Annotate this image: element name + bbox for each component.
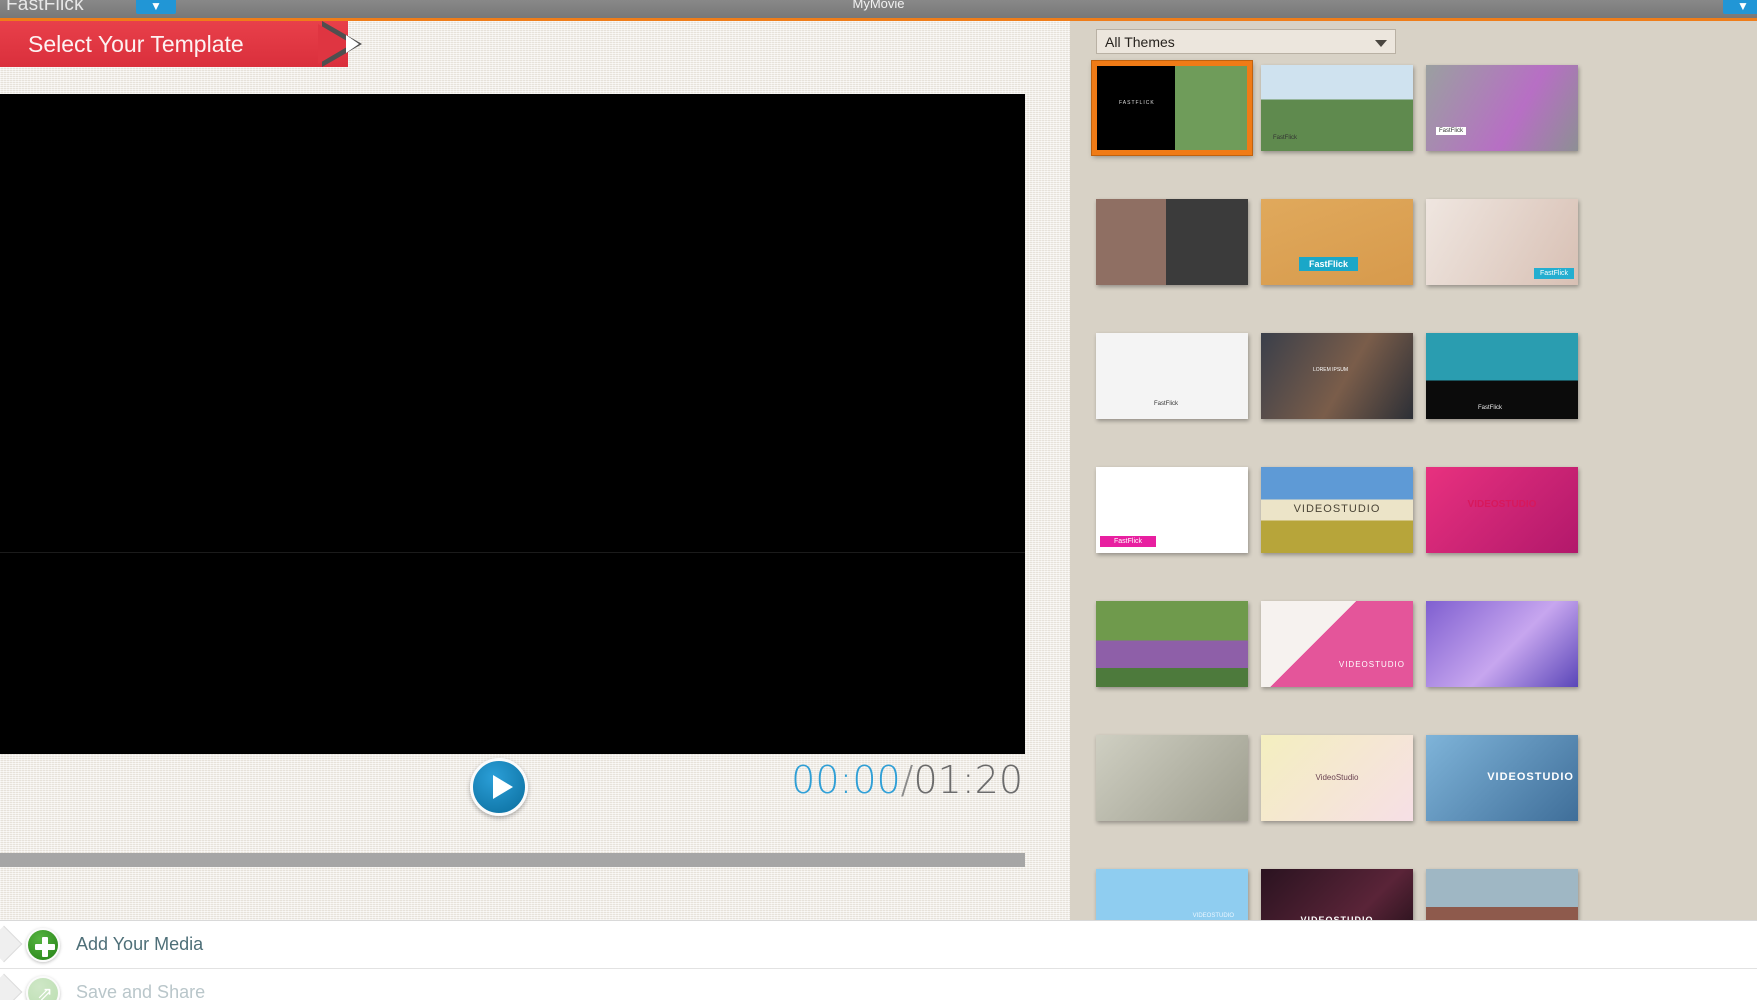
template-thumbnail[interactable]: VIDEOSTUDIO <box>1096 869 1248 920</box>
template-cell: LOREM IPSUM <box>1261 333 1426 433</box>
document-title: MyMovie <box>852 0 905 11</box>
template-cell: VIDEOSTUDIO <box>1426 467 1591 567</box>
preview-seam <box>0 552 1025 553</box>
video-preview[interactable] <box>0 94 1025 754</box>
template-caption: FastFlick <box>1299 257 1359 271</box>
template-cell <box>1096 199 1261 299</box>
template-caption: LOREM IPSUM <box>1313 367 1349 373</box>
time-separator: / <box>900 758 914 802</box>
template-thumbnail[interactable]: FASTFLICK <box>1092 61 1252 155</box>
fastflick-window: FastFlick MyMovie ▼ ▼ Select Your Templa… <box>0 0 1757 1000</box>
template-thumbnail[interactable]: VIDEOSTUDIO <box>1261 601 1413 687</box>
template-thumbnail[interactable]: FastFlick <box>1261 199 1413 285</box>
step-save-and-share[interactable]: ⇗ Save and Share <box>0 969 1757 1000</box>
template-caption: FastFlick <box>1534 268 1574 279</box>
template-thumbnail[interactable] <box>1426 601 1578 687</box>
template-cell <box>1096 601 1261 701</box>
template-cell: FastFlick <box>1426 65 1591 165</box>
template-grid: FASTFLICK FastFlick FastFlick FastFlick Fast… <box>1092 61 1757 920</box>
template-cell: VIDEOSTUDIO <box>1261 601 1426 701</box>
theme-filter-value: All Themes <box>1105 33 1175 50</box>
share-circle-icon: ⇗ <box>26 975 60 1000</box>
step-label: Save and Share <box>76 982 206 1000</box>
template-caption: FastFlick <box>1478 405 1502 411</box>
chevron-down-icon <box>1375 40 1387 47</box>
template-thumbnail[interactable]: VIDEOSTUDIO <box>1426 735 1578 821</box>
template-panel-header: All Themes <box>1070 21 1757 61</box>
template-thumbnail[interactable]: VIDEOSTUDIO <box>1426 467 1578 553</box>
template-thumbnail[interactable]: FastFlick <box>1426 333 1578 419</box>
template-thumbnail[interactable]: VideoStudio <box>1261 735 1413 821</box>
step-banner-select-template[interactable]: Select Your Template <box>0 21 378 67</box>
template-thumbnail[interactable] <box>1096 601 1248 687</box>
theme-filter-dropdown[interactable]: All Themes <box>1096 29 1396 54</box>
template-cell: VideoStudio <box>1261 735 1426 835</box>
current-time: 00:00 <box>791 758 901 802</box>
template-cell: FastFlick <box>1261 199 1426 299</box>
template-caption: FastFlick <box>1436 127 1466 135</box>
template-cell: FastFlick <box>1261 65 1426 165</box>
template-thumbnail[interactable]: FastFlick <box>1096 333 1248 419</box>
template-cell <box>1426 869 1591 920</box>
template-caption: FastFlick <box>1154 401 1178 407</box>
caret-right-icon <box>346 35 359 53</box>
template-cell: VIDEOSTUDIO <box>1261 869 1426 920</box>
template-cell: FastFlick <box>1426 333 1591 433</box>
template-cell: FastFlick <box>1096 467 1261 567</box>
step-label: Add Your Media <box>76 934 204 954</box>
template-thumbnail[interactable]: VIDEOSTUDIO <box>1261 869 1413 920</box>
template-caption: VIDEOSTUDIO <box>1192 913 1234 919</box>
template-thumbnail[interactable] <box>1426 869 1578 920</box>
template-thumbnail[interactable]: LOREM IPSUM <box>1261 333 1413 419</box>
template-caption: VIDEOSTUDIO <box>1487 771 1574 783</box>
template-cell: VIDEOSTUDIO <box>1426 735 1591 835</box>
template-cell: VIDEOSTUDIO <box>1096 869 1261 920</box>
step-banner-label: Select Your Template <box>28 30 244 57</box>
template-caption: FastFlick <box>1273 135 1297 141</box>
play-icon <box>493 775 513 799</box>
chevron-down-icon-left[interactable]: ▼ <box>136 0 176 14</box>
template-caption: VIDEOSTUDIO <box>1467 499 1537 510</box>
template-caption: VIDEOSTUDIO <box>1293 503 1381 515</box>
template-thumbnail[interactable]: FastFlick <box>1261 65 1413 151</box>
template-caption: VideoStudio <box>1315 773 1359 782</box>
template-thumbnail[interactable] <box>1096 199 1248 285</box>
timeline-scrubber[interactable] <box>0 853 1025 867</box>
step-caret-icon <box>0 925 23 963</box>
template-caption: FASTFLICK <box>1119 100 1155 106</box>
template-panel: All Themes FASTFLICK FastFlick FastFlick Fa… <box>1070 21 1757 920</box>
transport-controls: 00:00/01:20 <box>0 754 1025 846</box>
template-cell: FASTFLICK <box>1092 61 1261 165</box>
plus-circle-icon <box>26 927 60 962</box>
play-button[interactable] <box>470 758 528 816</box>
template-caption: VIDEOSTUDIO <box>1338 660 1405 669</box>
total-time: 01:20 <box>913 758 1023 802</box>
template-thumbnail[interactable]: FastFlick <box>1096 467 1248 553</box>
template-cell: FastFlick <box>1096 333 1261 433</box>
title-bar: FastFlick MyMovie ▼ ▼ <box>0 0 1757 18</box>
timecode-display: 00:00/01:20 <box>791 758 1023 802</box>
step-add-your-media[interactable]: Add Your Media <box>0 921 1757 969</box>
template-cell <box>1096 735 1261 835</box>
template-thumbnail[interactable]: VIDEOSTUDIO <box>1261 467 1413 553</box>
template-thumbnail[interactable] <box>1096 735 1248 821</box>
template-caption: FastFlick <box>1100 536 1156 547</box>
template-thumbnail[interactable]: FastFlick <box>1426 199 1578 285</box>
chevron-down-icon-right[interactable]: ▼ <box>1723 0 1757 14</box>
bottom-step-list: Add Your Media ⇗ Save and Share <box>0 920 1757 1000</box>
template-cell: FastFlick <box>1426 199 1591 299</box>
step-caret-icon <box>0 973 23 1000</box>
template-thumbnail[interactable]: FastFlick <box>1426 65 1578 151</box>
template-cell <box>1426 601 1591 701</box>
template-cell: VIDEOSTUDIO <box>1261 467 1426 567</box>
